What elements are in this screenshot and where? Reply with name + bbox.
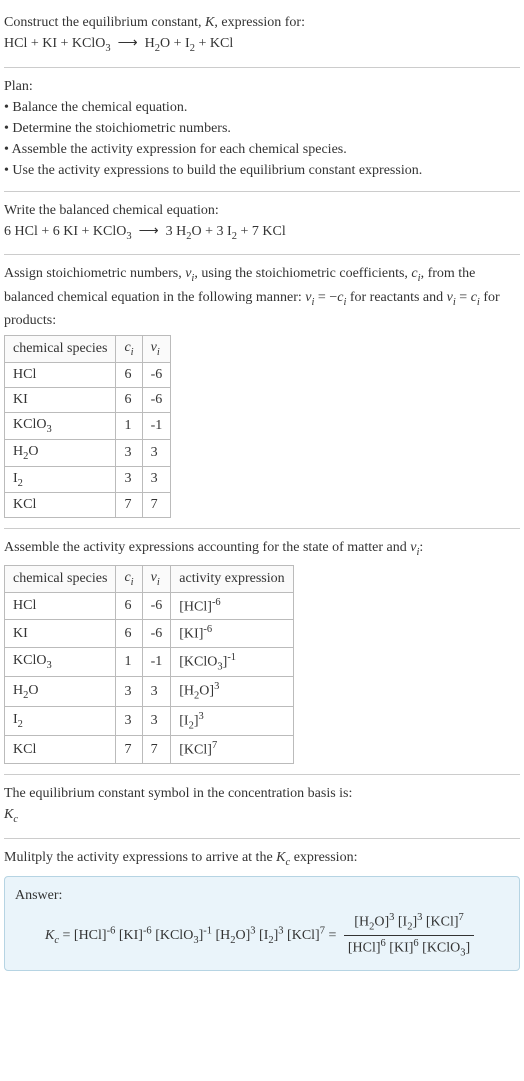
table-row: KClO31-1 <box>5 412 171 439</box>
kc-fraction-num: [H2O]3 [I2]3 [KCl]7 <box>344 910 474 936</box>
cell-expr: [KI]-6 <box>171 620 293 648</box>
table-row: I233[I2]3 <box>5 706 294 735</box>
activity-col-species: chemical species <box>5 565 116 592</box>
stoich-col-vi: νi <box>142 336 171 363</box>
table-row: KCl77 <box>5 493 171 518</box>
balanced-equation: 6 HCl + 6 KI + KClO3 ⟶ 3 H2O + 3 I2 + 7 … <box>4 221 520 245</box>
cell-vi: 7 <box>142 736 171 764</box>
table-row: I233 <box>5 466 171 493</box>
cell-ci: 7 <box>116 493 142 518</box>
balanced-section: Write the balanced chemical equation: 6 … <box>4 192 520 256</box>
cell-vi: -6 <box>142 592 171 620</box>
cell-expr: [I2]3 <box>171 706 293 735</box>
cell-ci: 3 <box>116 439 142 466</box>
plan-bullet: • Balance the chemical equation. <box>4 97 520 118</box>
cell-species: KCl <box>5 493 116 518</box>
plan-bullet: • Determine the stoichiometric numbers. <box>4 118 520 139</box>
cell-ci: 3 <box>116 706 142 735</box>
intro-section: Construct the equilibrium constant, K, e… <box>4 4 520 68</box>
kc-fraction-den: [HCl]6 [KI]6 [KClO3] <box>344 936 474 961</box>
cell-species: HCl <box>5 592 116 620</box>
answer-expression: Kc = [HCl]-6 [KI]-6 [KClO3]-1 [H2O]3 [I2… <box>15 906 509 961</box>
cell-vi: -1 <box>142 648 171 677</box>
plan-bullet: • Assemble the activity expression for e… <box>4 139 520 160</box>
cell-vi: 7 <box>142 493 171 518</box>
kc-flat: Kc = [HCl]-6 [KI]-6 [KClO3]-1 [H2O]3 [I2… <box>45 928 336 943</box>
cell-ci: 6 <box>116 387 142 412</box>
table-row: H2O33 <box>5 439 171 466</box>
cell-species: KI <box>5 620 116 648</box>
plan-heading: Plan: <box>4 76 520 97</box>
cell-species: H2O <box>5 677 116 706</box>
stoich-section: Assign stoichiometric numbers, νi, using… <box>4 255 520 529</box>
cell-ci: 6 <box>116 620 142 648</box>
cell-ci: 1 <box>116 648 142 677</box>
cell-species: KI <box>5 387 116 412</box>
cell-vi: 3 <box>142 706 171 735</box>
cell-ci: 7 <box>116 736 142 764</box>
symbol-line2: Kc <box>4 804 520 828</box>
answer-box: Answer: Kc = [HCl]-6 [KI]-6 [KClO3]-1 [H… <box>4 876 520 970</box>
cell-species: I2 <box>5 706 116 735</box>
stoich-col-ci: ci <box>116 336 142 363</box>
activity-col-vi: νi <box>142 565 171 592</box>
cell-vi: -6 <box>142 362 171 387</box>
answer-label: Answer: <box>15 885 509 906</box>
activity-intro: Assemble the activity expressions accoun… <box>4 537 520 561</box>
cell-expr: [KCl]7 <box>171 736 293 764</box>
plan-bullet: • Use the activity expressions to build … <box>4 160 520 181</box>
symbol-line1: The equilibrium constant symbol in the c… <box>4 783 520 804</box>
cell-ci: 3 <box>116 677 142 706</box>
balanced-heading: Write the balanced chemical equation: <box>4 200 520 221</box>
activity-col-ci: ci <box>116 565 142 592</box>
plan-section: Plan: • Balance the chemical equation.• … <box>4 68 520 192</box>
stoich-table: chemical species ci νi HCl6-6KI6-6KClO31… <box>4 335 171 518</box>
table-row: H2O33[H2O]3 <box>5 677 294 706</box>
activity-section: Assemble the activity expressions accoun… <box>4 529 520 775</box>
table-row: KClO31-1[KClO3]-1 <box>5 648 294 677</box>
intro-title: Construct the equilibrium constant, K, e… <box>4 12 520 33</box>
cell-expr: [KClO3]-1 <box>171 648 293 677</box>
cell-ci: 6 <box>116 362 142 387</box>
table-row: KCl77[KCl]7 <box>5 736 294 764</box>
cell-vi: -1 <box>142 412 171 439</box>
cell-species: HCl <box>5 362 116 387</box>
table-row: KI6-6 <box>5 387 171 412</box>
stoich-intro: Assign stoichiometric numbers, νi, using… <box>4 263 520 331</box>
cell-species: KClO3 <box>5 648 116 677</box>
cell-ci: 1 <box>116 412 142 439</box>
activity-table: chemical species ci νi activity expressi… <box>4 565 294 764</box>
cell-species: KClO3 <box>5 412 116 439</box>
intro-equation: HCl + KI + KClO3 ⟶ H2O + I2 + KCl <box>4 33 520 57</box>
cell-ci: 6 <box>116 592 142 620</box>
activity-col-expr: activity expression <box>171 565 293 592</box>
cell-species: H2O <box>5 439 116 466</box>
table-row: KI6-6[KI]-6 <box>5 620 294 648</box>
cell-vi: 3 <box>142 677 171 706</box>
cell-vi: 3 <box>142 466 171 493</box>
table-row: HCl6-6 <box>5 362 171 387</box>
final-section: Mulitply the activity expressions to arr… <box>4 839 520 981</box>
cell-expr: [HCl]-6 <box>171 592 293 620</box>
kc-fraction: [H2O]3 [I2]3 [KCl]7 [HCl]6 [KI]6 [KClO3] <box>344 910 474 961</box>
cell-species: I2 <box>5 466 116 493</box>
symbol-section: The equilibrium constant symbol in the c… <box>4 775 520 839</box>
cell-species: KCl <box>5 736 116 764</box>
cell-vi: -6 <box>142 620 171 648</box>
cell-expr: [H2O]3 <box>171 677 293 706</box>
final-intro: Mulitply the activity expressions to arr… <box>4 847 520 871</box>
cell-vi: 3 <box>142 439 171 466</box>
cell-ci: 3 <box>116 466 142 493</box>
cell-vi: -6 <box>142 387 171 412</box>
stoich-col-species: chemical species <box>5 336 116 363</box>
table-row: HCl6-6[HCl]-6 <box>5 592 294 620</box>
